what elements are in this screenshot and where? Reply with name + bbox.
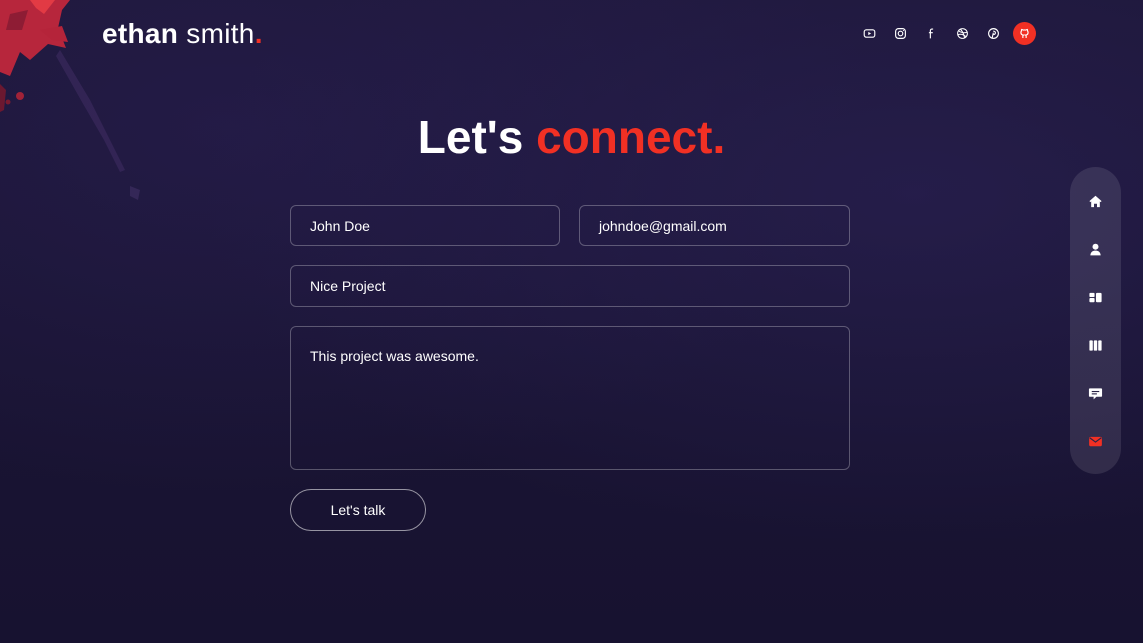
logo-last-name: smith [186, 18, 255, 49]
services-icon [1089, 292, 1102, 302]
logo-first-name: ethan [102, 18, 179, 49]
nav-work[interactable] [1070, 333, 1121, 357]
side-navigation [1070, 167, 1121, 474]
facebook-icon [928, 28, 934, 39]
nav-home[interactable] [1070, 189, 1121, 213]
nav-contact[interactable] [1070, 429, 1121, 453]
home-icon [1089, 195, 1102, 207]
pinterest-link[interactable] [982, 22, 1005, 45]
github-link[interactable] [1013, 22, 1036, 45]
nav-about[interactable] [1070, 237, 1121, 261]
testimonials-icon [1088, 387, 1103, 399]
github-icon [1020, 28, 1029, 38]
dribbble-link[interactable] [951, 22, 974, 45]
message-textarea-value: This project was awesome. [310, 348, 479, 364]
title-prefix: Let's [417, 111, 524, 163]
user-icon [1090, 243, 1101, 255]
nav-testimonials[interactable] [1070, 381, 1121, 405]
subject-input-value: Nice Project [310, 278, 386, 294]
page-title: Let's connect. [0, 108, 1143, 166]
nav-services[interactable] [1070, 285, 1121, 309]
name-input-value: John Doe [310, 217, 370, 234]
pinterest-icon [988, 28, 999, 39]
instagram-link[interactable] [889, 22, 912, 45]
youtube-link[interactable] [858, 22, 881, 45]
youtube-icon [863, 29, 876, 38]
title-accent: connect. [536, 111, 726, 163]
subject-input[interactable]: Nice Project [290, 265, 850, 307]
social-links [858, 22, 1036, 45]
contact-icon [1089, 436, 1102, 446]
email-input-value: johndoe@gmail.com [599, 217, 727, 234]
message-textarea[interactable]: This project was awesome. [290, 326, 850, 470]
contact-page: ethan smith. Let's connect. John Doe joh… [0, 0, 1143, 643]
email-input[interactable]: johndoe@gmail.com [579, 205, 850, 246]
instagram-icon [895, 28, 906, 39]
lets-talk-label: Let's talk [330, 502, 386, 518]
name-input[interactable]: John Doe [290, 205, 560, 246]
work-icon [1089, 339, 1102, 351]
lets-talk-button[interactable]: Let's talk [290, 489, 426, 531]
facebook-link[interactable] [920, 22, 943, 45]
logo[interactable]: ethan smith. [102, 16, 263, 52]
logo-dot: . [254, 18, 263, 49]
dribbble-icon [957, 28, 968, 39]
